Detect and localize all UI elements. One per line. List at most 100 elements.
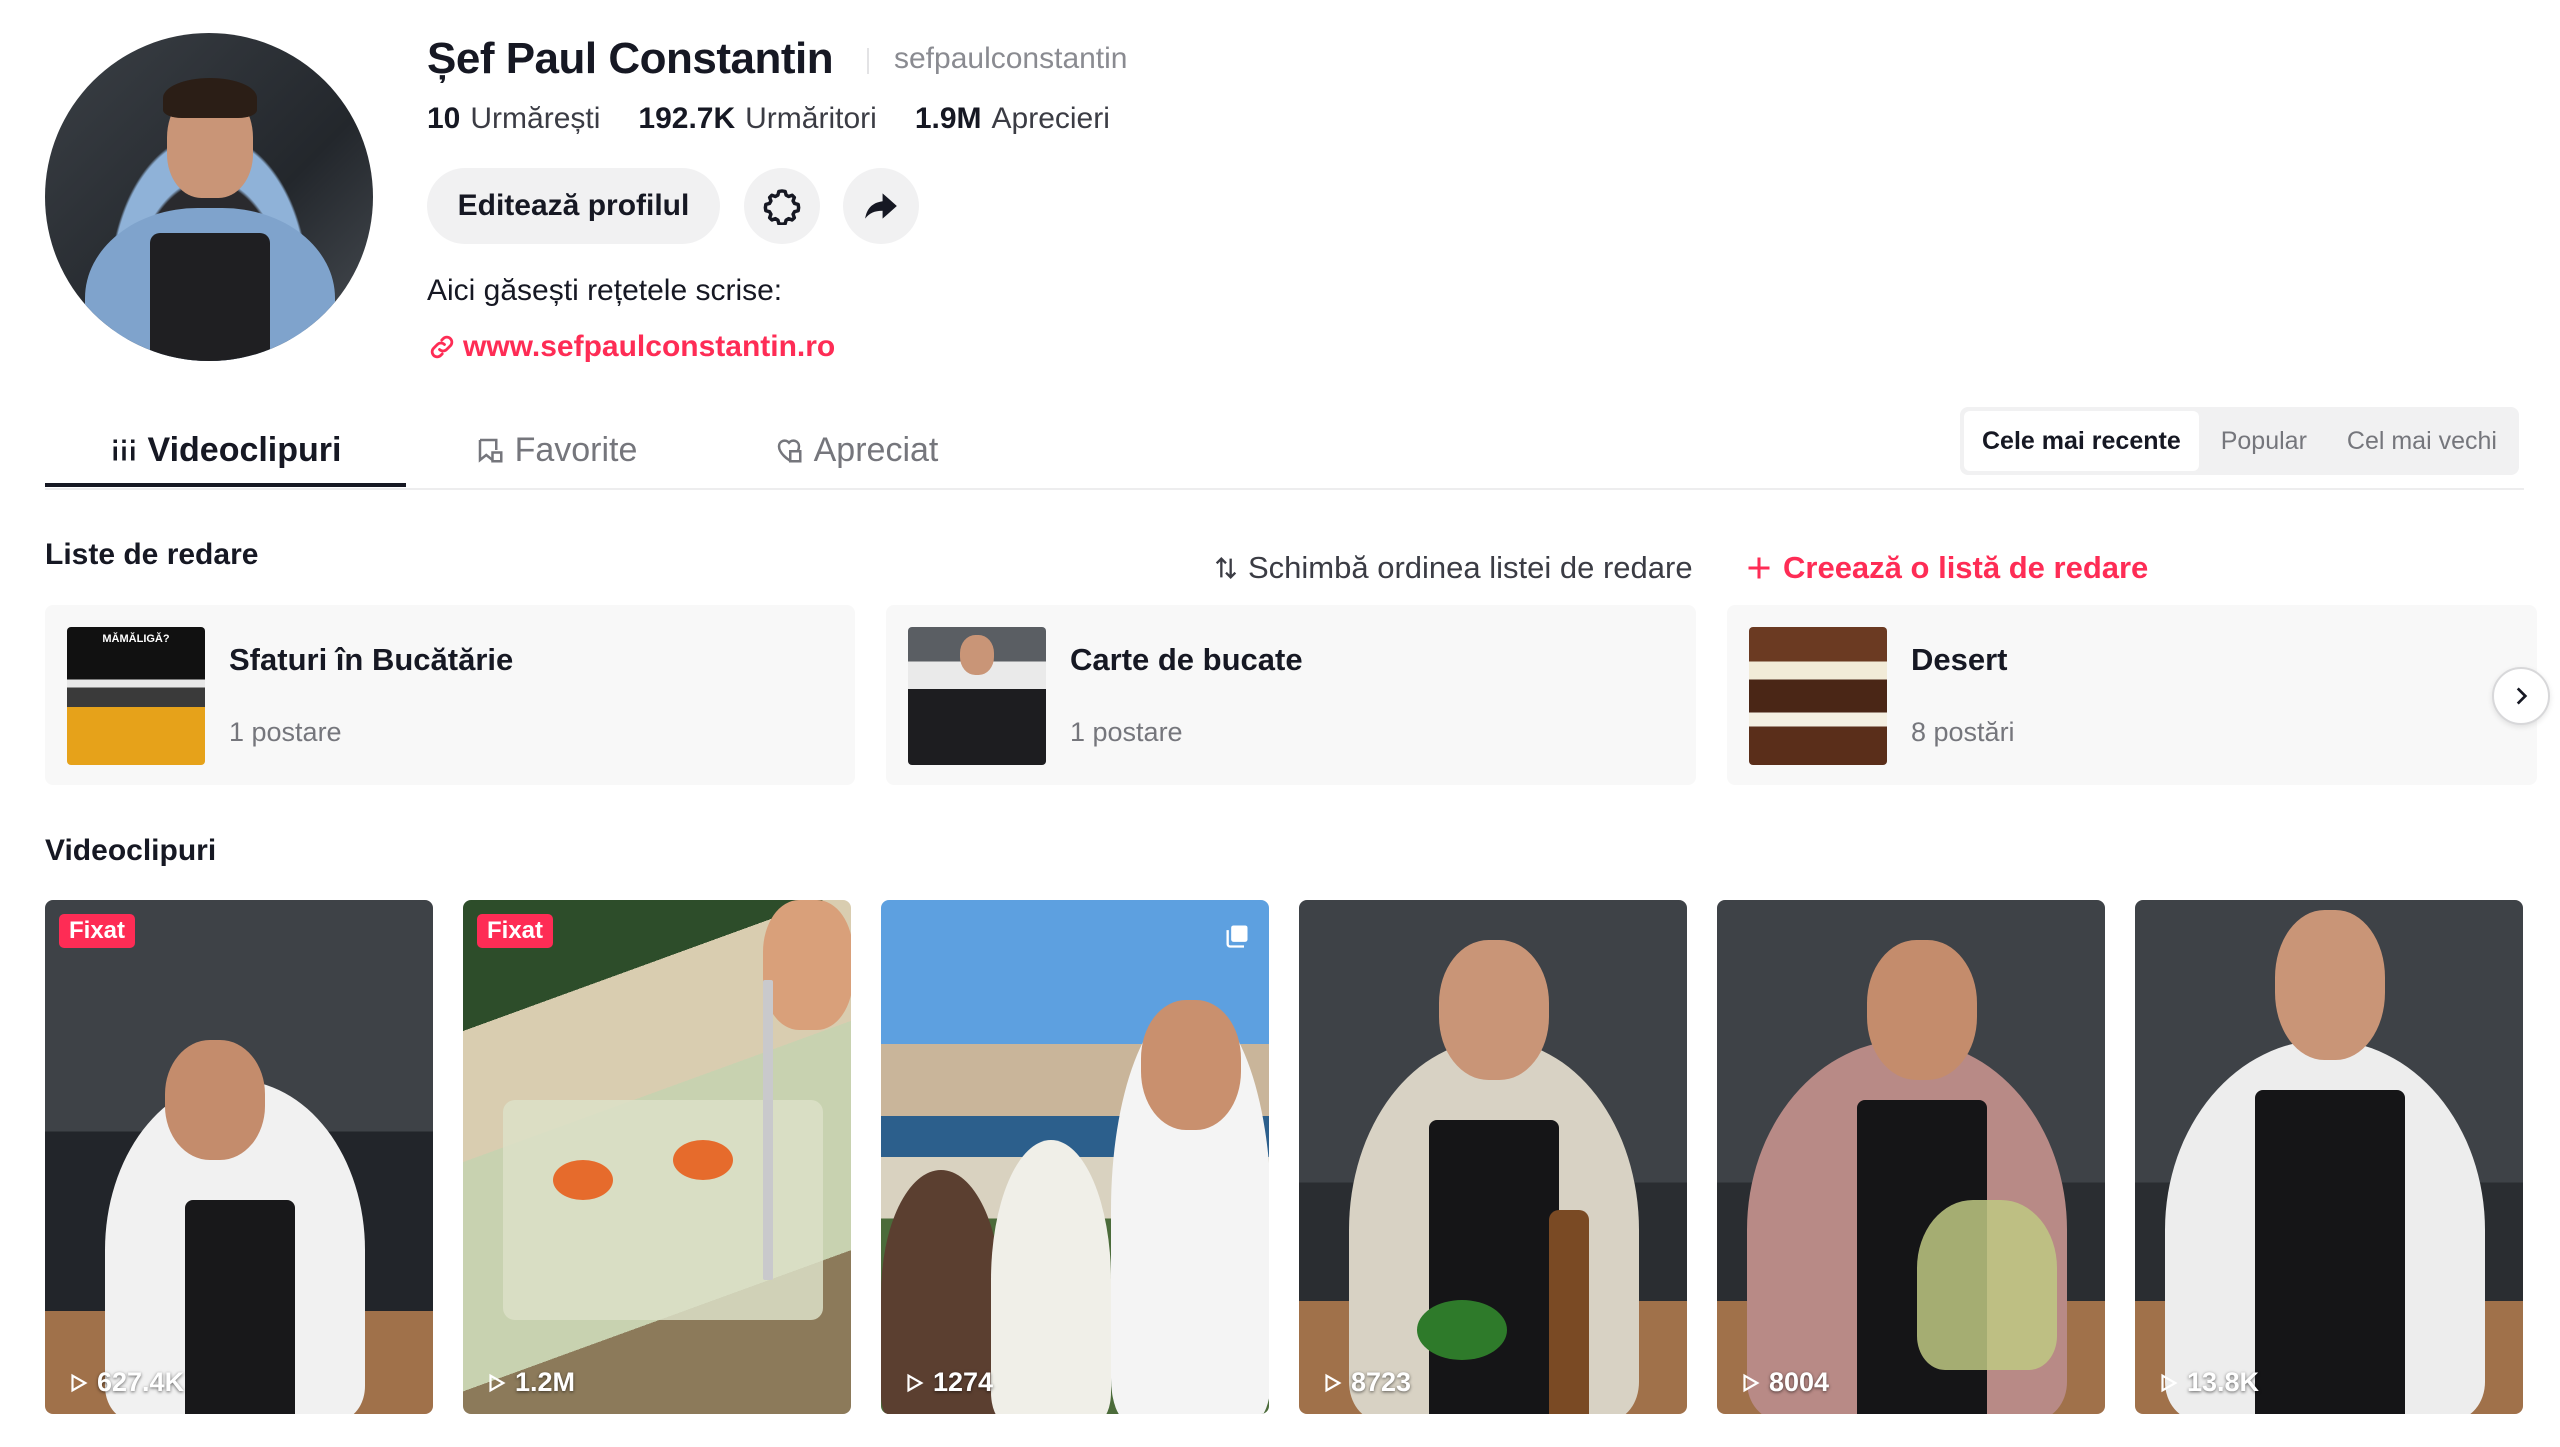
profile-handle: sefpaulconstantin: [894, 42, 1128, 75]
video-views-count: 1.2M: [515, 1367, 576, 1397]
profile-avatar[interactable]: [45, 33, 373, 361]
play-icon: [907, 1373, 924, 1392]
play-icon: [1325, 1373, 1342, 1392]
video-apron: [1429, 1120, 1559, 1414]
stat-following-label: Urmărești: [470, 102, 601, 135]
stat-likes-label: Aprecieri: [991, 102, 1110, 135]
stat-following-value: 10: [427, 102, 461, 135]
playlist-count: 1 postare: [1070, 717, 1183, 747]
edit-profile-button[interactable]: Editează profilul: [427, 168, 720, 244]
tabs-divider: [45, 488, 2524, 490]
sort-option-oldest[interactable]: Cel mai vechi: [2329, 411, 2515, 471]
video-face: [2275, 910, 2385, 1060]
tab-videos-label: Videoclipuri: [147, 430, 342, 469]
video-fork: [763, 980, 773, 1280]
video-views: 8004: [1739, 1367, 1829, 1398]
video-views: 13.8K: [2157, 1367, 2259, 1398]
tab-liked[interactable]: Apreciat: [706, 410, 1006, 490]
tab-favorites[interactable]: Favorite: [406, 410, 706, 490]
play-icon: [71, 1373, 88, 1392]
video-apron: [2255, 1090, 2405, 1414]
video-views-count: 13.8K: [2187, 1367, 2260, 1397]
video-card[interactable]: 8004: [1717, 900, 2105, 1414]
video-face: [1141, 1000, 1241, 1130]
profile-bio: Aici găsești rețetele scrise:: [427, 274, 783, 307]
video-garnish: [553, 1160, 613, 1200]
create-playlist-label: Creează o listă de redare: [1783, 550, 2149, 585]
playlists-title: Liste de redare: [45, 538, 259, 571]
profile-link-text: www.sefpaulconstantin.ro: [463, 330, 836, 363]
pinned-badge: Fixat: [477, 914, 554, 948]
playlist-thumbnail: [1749, 627, 1887, 765]
create-playlist-button[interactable]: Creează o listă de redare: [1745, 550, 2148, 586]
tab-active-indicator: [45, 483, 406, 487]
video-views: 1.2M: [485, 1367, 575, 1398]
video-views-count: 8723: [1351, 1367, 1412, 1397]
playlist-name: Sfaturi în Bucătărie: [229, 642, 514, 677]
video-bowl: [1417, 1300, 1507, 1360]
stat-following[interactable]: 10 Urmărești: [427, 102, 600, 136]
link-icon: [430, 335, 454, 359]
profile-name: Șef Paul Constantin: [427, 34, 834, 83]
name-divider: [867, 48, 869, 74]
profile-link[interactable]: www.sefpaulconstantin.ro: [427, 330, 835, 364]
heart-icon: [777, 439, 802, 463]
video-card[interactable]: 13.8K: [2135, 900, 2523, 1414]
video-views-count: 8004: [1769, 1367, 1830, 1397]
playlist-thumbnail-text: MĂMĂLIGĂ?: [102, 633, 170, 645]
share-button[interactable]: [843, 168, 919, 244]
video-hand: [763, 900, 851, 1030]
video-pepper-mill: [1549, 1210, 1589, 1414]
video-face: [1439, 940, 1549, 1080]
video-card[interactable]: 1274: [881, 900, 1269, 1414]
video-card[interactable]: Fixat 627.4K: [45, 900, 433, 1414]
stat-likes-value: 1.9M: [914, 102, 982, 135]
play-icon: [1743, 1373, 1760, 1392]
reorder-playlists-button[interactable]: Schimbă ordinea listei de redare: [1212, 550, 1693, 586]
playlist-name: Carte de bucate: [1070, 642, 1303, 677]
playlist-count: 1 postare: [229, 717, 342, 747]
video-card[interactable]: 8723: [1299, 900, 1687, 1414]
video-face: [1867, 940, 1977, 1080]
stat-followers[interactable]: 192.7K Urmăritori: [638, 102, 876, 136]
grid-icon: [113, 439, 134, 461]
playlist-count: 8 postări: [1911, 717, 2015, 747]
playlist-card[interactable]: MĂMĂLIGĂ? Sfaturi în Bucătărie 1 postare: [45, 605, 855, 785]
multi-photo-icon: [1223, 922, 1251, 955]
plus-icon: [1748, 557, 1770, 579]
video-views-count: 1274: [933, 1367, 994, 1397]
video-person: [991, 1140, 1111, 1414]
sort-option-popular[interactable]: Popular: [2203, 411, 2325, 471]
video-dish: [503, 1100, 823, 1320]
tab-videos[interactable]: Videoclipuri: [45, 410, 406, 490]
video-views-count: 627.4K: [97, 1367, 185, 1397]
video-apron: [185, 1200, 295, 1414]
video-card[interactable]: Fixat 1.2M: [463, 900, 851, 1414]
profile-stats: 10 Urmărești 192.7K Urmăritori 1.9M Aprecie…: [427, 102, 1110, 136]
playlists-next-button[interactable]: [2492, 667, 2550, 725]
gear-icon: [763, 189, 801, 225]
sort-option-recent[interactable]: Cele mai recente: [1964, 411, 2199, 471]
video-garnish: [673, 1140, 733, 1180]
stat-followers-label: Urmăritori: [745, 102, 877, 135]
profile-tabs: Videoclipuri Favorite Apreciat: [45, 410, 1006, 490]
reorder-playlists-label: Schimbă ordinea listei de redare: [1248, 550, 1693, 585]
videos-title: Videoclipuri: [45, 834, 217, 867]
tab-liked-label: Apreciat: [813, 430, 939, 469]
playlist-card[interactable]: Carte de bucate 1 postare: [886, 605, 1696, 785]
bookmark-icon: [478, 438, 503, 463]
playlist-card[interactable]: Desert 8 postări: [1727, 605, 2537, 785]
playlist-name: Desert: [1911, 642, 2008, 677]
share-arrow-icon: [865, 193, 897, 219]
video-blender: [1917, 1200, 2057, 1370]
reorder-icon: [1215, 557, 1237, 579]
video-views: 8723: [1321, 1367, 1411, 1398]
playlist-thumbnail: [908, 627, 1046, 765]
chevron-right-icon: [2516, 687, 2528, 705]
sort-toggle: Cele mai recente Popular Cel mai vechi: [1960, 407, 2519, 475]
play-icon: [2161, 1373, 2178, 1392]
pinned-badge: Fixat: [59, 914, 136, 948]
avatar-apron: [150, 233, 270, 361]
stat-likes: 1.9M Aprecieri: [915, 102, 1110, 136]
settings-button[interactable]: [744, 168, 820, 244]
